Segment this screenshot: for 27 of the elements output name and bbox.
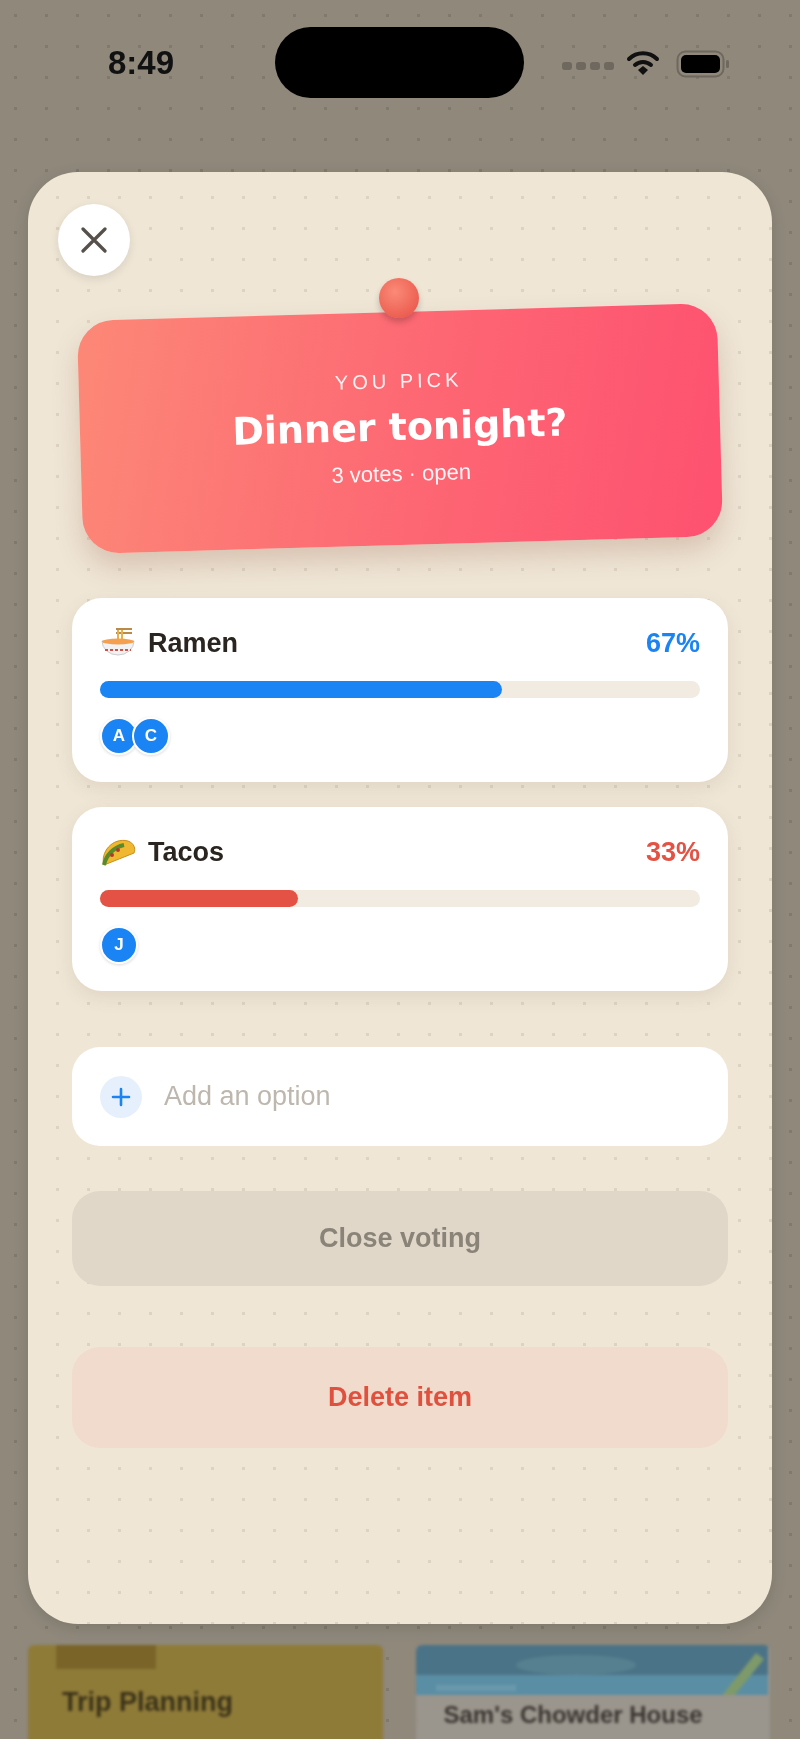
- delete-button[interactable]: Delete item: [72, 1347, 728, 1448]
- poll-title: Dinner tonight?: [231, 400, 569, 454]
- voter-avatar: C: [132, 717, 170, 755]
- close-icon: [81, 227, 107, 253]
- wifi-icon: [626, 50, 660, 76]
- note-card[interactable]: Trip Planning: [28, 1645, 383, 1739]
- option-label: Ramen: [148, 627, 240, 659]
- close-button[interactable]: [58, 204, 130, 276]
- card-title: Trip Planning: [62, 1687, 234, 1718]
- battery-icon: [676, 50, 730, 78]
- plus-icon: [100, 1075, 142, 1118]
- status-time: 8:49: [108, 44, 175, 82]
- vote-percentage: 67%: [645, 627, 700, 659]
- add-option-field[interactable]: Add an option: [72, 1047, 728, 1146]
- poll-option-card[interactable]: Tacos 33% J: [72, 807, 728, 991]
- vote-percentage: 33%: [645, 836, 700, 868]
- option-label: Tacos: [148, 836, 226, 868]
- place-card[interactable]: Sam's Chowder House: [415, 1645, 770, 1739]
- close-voting-button[interactable]: Close voting: [72, 1191, 728, 1286]
- poll-eyebrow: YOU PICK: [334, 368, 463, 395]
- add-option-field[interactable]: Add an option: [162, 1080, 700, 1113]
- pin-icon: [379, 278, 419, 318]
- poll-option-card[interactable]: Ramen 67% A C: [72, 598, 728, 782]
- voter-avatar: J: [100, 926, 138, 964]
- signal-icon: [562, 61, 616, 71]
- poll-meta: 3 votes · open: [331, 459, 472, 489]
- card-title: Sam's Chowder House: [443, 1701, 704, 1729]
